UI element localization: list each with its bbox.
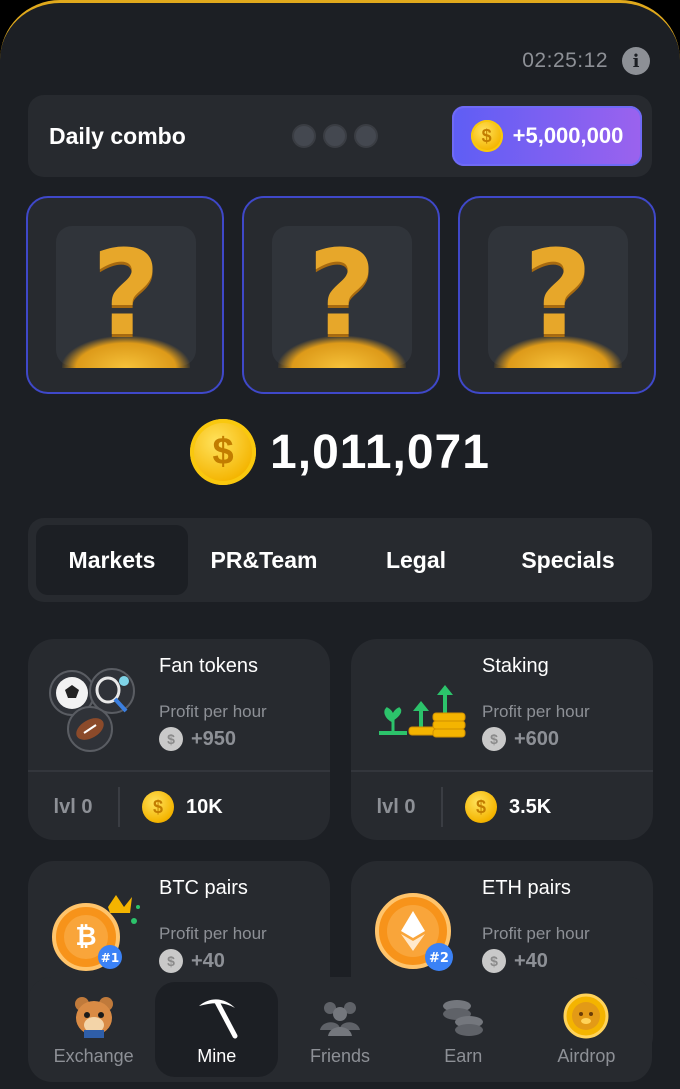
combo-progress-dots — [291, 124, 378, 148]
coin-pile-icon — [278, 336, 406, 368]
combo-timer: 02:25:12 — [522, 49, 608, 72]
staking-growth-icon — [379, 685, 466, 738]
mystery-card[interactable]: ? — [458, 196, 656, 394]
profit-value: $ +600 — [482, 727, 559, 751]
nav-airdrop[interactable]: Airdrop — [525, 982, 648, 1077]
combo-dot — [291, 124, 316, 148]
coin-icon: $ — [159, 727, 183, 751]
nav-exchange[interactable]: Exchange — [32, 982, 155, 1077]
nav-label: Exchange — [53, 1046, 134, 1066]
tab-specials[interactable]: Specials — [492, 525, 644, 595]
card-footer: lvl 0 $ 10K — [28, 770, 330, 840]
card-name: Staking — [482, 655, 549, 677]
nav-label: Airdrop — [557, 1046, 616, 1066]
coin-pile-icon — [494, 336, 622, 368]
profit-amount: +950 — [191, 727, 237, 750]
nav-mine[interactable]: Mine — [155, 982, 279, 1077]
mystery-cards-row: ? ? ? — [26, 196, 656, 394]
daily-combo-title: Daily combo — [49, 122, 186, 149]
profit-amount: +40 — [514, 949, 548, 972]
mystery-card[interactable]: ? — [242, 196, 440, 394]
rank-badge: #1 — [101, 951, 119, 965]
coin-icon: $ — [190, 419, 257, 485]
daily-combo-bar: Daily combo $ +5,000,000 — [28, 95, 652, 177]
profit-per-hour-label: Profit per hour — [159, 924, 267, 943]
nav-label: Earn — [444, 1046, 483, 1066]
card-price: $ 10K — [142, 791, 223, 823]
mystery-card-image: ? — [272, 224, 412, 368]
card-name: BTC pairs — [159, 877, 248, 899]
coins-stack-icon — [443, 1000, 484, 1036]
app-screen: 02:25:12 i Daily combo $ +5,000,000 ? ? — [0, 0, 680, 1089]
category-tabs: Markets PR&Team Legal Specials — [28, 518, 652, 602]
ethereum-coin-icon: #2 — [375, 893, 453, 971]
friends-icon — [320, 1002, 360, 1036]
balance-value: 1,011,071 — [270, 425, 490, 479]
sports-balls-icon — [49, 668, 135, 752]
profit-per-hour-label: Profit per hour — [159, 702, 267, 721]
card-name: ETH pairs — [482, 877, 571, 899]
upgrade-card-fan-tokens[interactable]: Fan tokens Profit per hour $ +950 lvl 0 … — [28, 639, 330, 840]
mystery-card[interactable]: ? — [26, 196, 224, 394]
top-bar: 02:25:12 i — [522, 47, 650, 75]
card-price: $ 3.5K — [465, 791, 551, 823]
coin-icon: $ — [159, 949, 183, 973]
airdrop-coin-icon — [563, 993, 609, 1039]
profit-amount: +40 — [191, 949, 225, 972]
nav-friends[interactable]: Friends — [278, 982, 401, 1077]
mystery-card-image: ? — [488, 224, 628, 368]
balance-display: $ 1,011,071 — [0, 419, 680, 485]
bitcoin-symbol: ₿ — [75, 922, 96, 952]
profit-amount: +600 — [514, 727, 560, 750]
nav-earn[interactable]: Earn — [402, 982, 525, 1077]
card-name: Fan tokens — [159, 655, 258, 677]
price-amount: 10K — [186, 795, 223, 818]
profit-value: $ +40 — [159, 949, 225, 973]
tab-markets[interactable]: Markets — [36, 525, 188, 595]
nav-label: Mine — [197, 1046, 237, 1066]
bitcoin-coin-icon: ₿ #1 — [52, 895, 140, 971]
combo-reward-button[interactable]: $ +5,000,000 — [452, 106, 642, 166]
upgrade-card-staking[interactable]: Staking Profit per hour $ +600 lvl 0 $ 3… — [351, 639, 653, 840]
profit-per-hour-label: Profit per hour — [482, 702, 590, 721]
bottom-nav: Exchange Mine Friends Earn Airdrop — [28, 977, 652, 1082]
profit-per-hour-label: Profit per hour — [482, 924, 590, 943]
profit-value: $ +40 — [482, 949, 548, 973]
coin-pile-icon — [62, 336, 190, 368]
card-level: lvl 0 — [351, 787, 443, 827]
coin-icon: $ — [465, 791, 497, 823]
coin-icon: $ — [482, 727, 506, 751]
combo-reward-amount: +5,000,000 — [512, 123, 624, 148]
hamster-icon — [74, 997, 113, 1038]
pickaxe-icon — [198, 999, 238, 1039]
nav-label: Friends — [309, 1046, 371, 1066]
tab-pr-team[interactable]: PR&Team — [188, 525, 340, 595]
rank-badge: #2 — [429, 951, 449, 966]
mystery-card-image: ? — [56, 224, 196, 368]
profit-value: $ +950 — [159, 727, 236, 751]
card-footer: lvl 0 $ 3.5K — [351, 770, 653, 840]
combo-dot — [353, 124, 378, 148]
card-level: lvl 0 — [28, 787, 120, 827]
coin-icon: $ — [142, 791, 174, 823]
coin-icon: $ — [470, 120, 503, 152]
combo-dot — [322, 124, 347, 148]
price-amount: 3.5K — [509, 795, 552, 818]
info-icon[interactable]: i — [622, 47, 650, 75]
coin-icon: $ — [482, 949, 506, 973]
tab-legal[interactable]: Legal — [340, 525, 492, 595]
